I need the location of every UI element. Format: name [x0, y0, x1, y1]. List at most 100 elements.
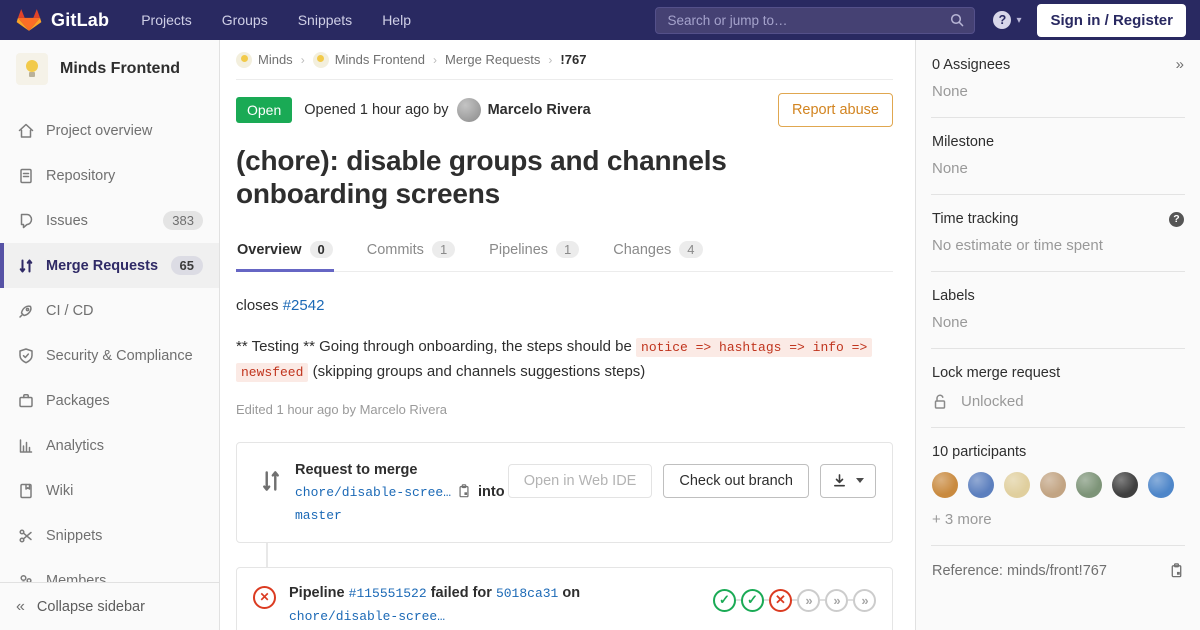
tab-overview[interactable]: Overview 0: [236, 231, 334, 271]
pipeline-stage-icon[interactable]: »: [853, 589, 876, 612]
sidebar-item-repository[interactable]: Repository: [0, 153, 219, 198]
time-tracking-block: Time tracking ? No estimate or time spen…: [931, 195, 1185, 272]
nav-snippets[interactable]: Snippets: [298, 12, 352, 28]
merge-requests-count-badge: 65: [171, 256, 203, 275]
milestone-block: Milestone None: [931, 118, 1185, 195]
pipeline-text: Pipeline #115551522 failed for 5018ca31 …: [289, 582, 580, 628]
merge-request-widget: Request to merge chore/disable-scree…int…: [236, 442, 893, 543]
time-tracking-value: No estimate or time spent: [932, 237, 1184, 254]
pipeline-stage-icon[interactable]: ✓: [741, 589, 764, 612]
reference-text: Reference: minds/front!767: [932, 563, 1107, 579]
target-branch-link[interactable]: master: [295, 508, 342, 523]
angle-double-right-icon[interactable]: »: [1176, 56, 1184, 73]
nav-projects[interactable]: Projects: [141, 12, 192, 28]
sidebar-item-analytics[interactable]: Analytics: [0, 423, 219, 468]
commit-sha-link[interactable]: 5018ca31: [496, 586, 558, 601]
sidebar-item-snippets[interactable]: Snippets: [0, 513, 219, 558]
reference-block: Reference: minds/front!767: [931, 546, 1185, 596]
breadcrumb-current-mr: !767: [560, 52, 586, 67]
primary-nav: Projects Groups Snippets Help: [141, 12, 411, 28]
participant-avatar[interactable]: [1076, 472, 1102, 498]
participant-avatar[interactable]: [968, 472, 994, 498]
unlock-icon: [932, 393, 948, 410]
author-avatar[interactable]: [457, 98, 481, 122]
mr-description: closes #2542 ** Testing ** Going through…: [236, 297, 893, 417]
project-header[interactable]: Minds Frontend: [0, 40, 219, 96]
angle-double-left-icon: «: [16, 598, 25, 616]
global-search[interactable]: [655, 7, 975, 34]
pipeline-stage-icon[interactable]: ✕: [769, 589, 792, 612]
sidebar-item-packages[interactable]: Packages: [0, 378, 219, 423]
collapse-sidebar-button[interactable]: « Collapse sidebar: [0, 582, 219, 630]
inline-code: notice => hashtags => info =>: [636, 338, 872, 357]
assignees-title[interactable]: 0 Assignees: [932, 57, 1010, 73]
pipeline-stage-icon[interactable]: »: [825, 589, 848, 612]
breadcrumb-minds[interactable]: Minds: [236, 52, 293, 68]
tab-changes-count: 4: [679, 241, 702, 258]
breadcrumb-separator: ›: [548, 53, 552, 67]
description-body: ** Testing ** Going through onboarding, …: [236, 335, 876, 385]
pipeline-number-link[interactable]: #115551522: [349, 586, 427, 601]
download-icon: [832, 473, 847, 488]
participants-more-link[interactable]: + 3 more: [932, 511, 1184, 528]
lock-value: Unlocked: [961, 393, 1024, 410]
issue-link[interactable]: #2542: [283, 297, 325, 314]
help-icon: ?: [993, 11, 1011, 29]
chart-icon: [16, 436, 35, 455]
project-avatar: [16, 53, 48, 85]
top-navbar: GitLab Projects Groups Snippets Help ? ▾…: [0, 0, 1200, 40]
group-avatar: [236, 52, 252, 68]
labels-title[interactable]: Labels: [932, 288, 975, 304]
copy-reference-icon[interactable]: [1169, 562, 1184, 579]
tab-commits[interactable]: Commits 1: [366, 231, 456, 271]
nav-groups[interactable]: Groups: [222, 12, 268, 28]
rocket-icon: [16, 301, 35, 320]
participant-avatar[interactable]: [1004, 472, 1030, 498]
sidebar-item-wiki[interactable]: Wiki: [0, 468, 219, 513]
source-branch-link[interactable]: chore/disable-scree…: [295, 485, 451, 500]
pipeline-branch-link[interactable]: chore/disable-scree…: [289, 609, 445, 624]
search-input[interactable]: [665, 12, 949, 29]
milestone-title[interactable]: Milestone: [932, 134, 994, 150]
project-name: Minds Frontend: [60, 60, 180, 78]
book-icon: [16, 481, 35, 500]
participant-avatar[interactable]: [932, 472, 958, 498]
repository-icon: [16, 166, 35, 185]
nav-help[interactable]: Help: [382, 12, 411, 28]
open-web-ide-button[interactable]: Open in Web IDE: [508, 464, 653, 498]
sidebar-item-merge-requests[interactable]: Merge Requests 65: [0, 243, 219, 288]
participant-avatar[interactable]: [1040, 472, 1066, 498]
author-name[interactable]: Marcelo Rivera: [488, 102, 591, 118]
sidebar-item-project-overview[interactable]: Project overview: [0, 108, 219, 153]
participants-title: 10 participants: [932, 444, 1026, 460]
tab-pipelines-count: 1: [556, 241, 579, 258]
sidebar-item-issues[interactable]: Issues 383: [0, 198, 219, 243]
copy-branch-icon[interactable]: [457, 483, 471, 499]
time-tracking-help-icon[interactable]: ?: [1169, 212, 1184, 227]
labels-value: None: [932, 314, 1184, 331]
sidebar-nav: Project overview Repository Issues 383: [0, 108, 219, 603]
download-dropdown-button[interactable]: [820, 464, 876, 498]
sign-in-register-button[interactable]: Sign in / Register: [1037, 4, 1186, 37]
tab-changes[interactable]: Changes 4: [612, 231, 703, 271]
participant-avatar[interactable]: [1148, 472, 1174, 498]
breadcrumb-merge-requests[interactable]: Merge Requests: [445, 52, 540, 67]
merge-request-icon: [16, 256, 35, 275]
report-abuse-button[interactable]: Report abuse: [778, 93, 893, 127]
mr-main-content: Minds › Minds Frontend › Merge Requests …: [220, 40, 915, 630]
help-menu[interactable]: ? ▾: [993, 11, 1021, 29]
sidebar-item-ci-cd[interactable]: CI / CD: [0, 288, 219, 333]
participant-avatar[interactable]: [1112, 472, 1138, 498]
project-avatar-small: [313, 52, 329, 68]
tab-pipelines[interactable]: Pipelines 1: [488, 231, 580, 271]
pipeline-stage-icon[interactable]: »: [797, 589, 820, 612]
gitlab-logo[interactable]: GitLab: [0, 8, 119, 33]
timeline-connector: [266, 543, 268, 567]
sidebar-item-security-compliance[interactable]: Security & Compliance: [0, 333, 219, 378]
breadcrumb-minds-frontend[interactable]: Minds Frontend: [313, 52, 425, 68]
time-tracking-title: Time tracking: [932, 211, 1018, 227]
pipeline-stage-icon[interactable]: ✓: [713, 589, 736, 612]
brand-name: GitLab: [51, 10, 109, 31]
checkout-branch-button[interactable]: Check out branch: [663, 464, 809, 498]
pipeline-failed-icon[interactable]: ✕: [253, 586, 276, 609]
